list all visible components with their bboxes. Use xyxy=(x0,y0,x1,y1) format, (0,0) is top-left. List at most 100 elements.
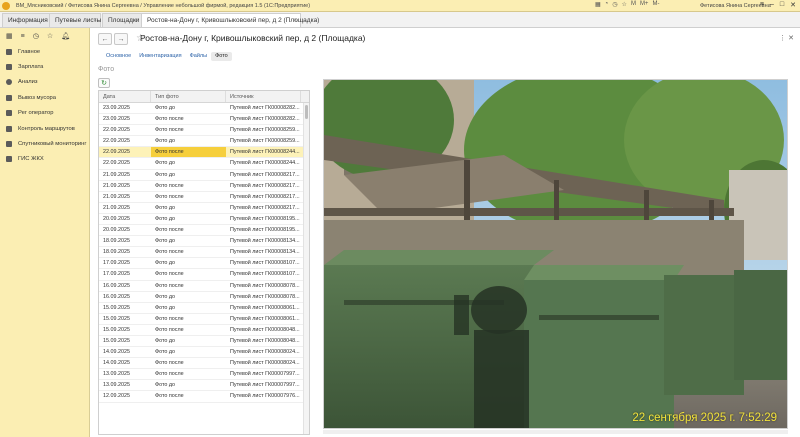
tab-sites[interactable]: Площадки × xyxy=(102,13,142,27)
photo-scrollbar[interactable] xyxy=(323,430,788,434)
sidebar-tools: ▦ ≡ ◷ ☆ 🔔︎ xyxy=(0,28,89,44)
sidebar-item-analysis[interactable]: Анализ xyxy=(0,75,89,90)
m-minus-icon[interactable]: M- xyxy=(652,1,659,8)
sidebar-item-label: Анализ xyxy=(18,79,38,86)
table-row[interactable]: 21.09.2025 Фото после Путевой лист ГК00008… xyxy=(99,181,309,192)
cell-date: 14.09.2025 xyxy=(103,349,130,356)
star-icon[interactable]: ☆ xyxy=(622,1,627,8)
history-icon[interactable]: ◷ xyxy=(33,32,39,40)
cell-type: Фото после xyxy=(155,271,184,278)
refresh-button[interactable]: ↻ xyxy=(98,78,110,88)
cell-source: Путевой лист ГК00008217... xyxy=(230,204,300,211)
subtab-files[interactable]: Файлы xyxy=(186,52,211,61)
grid-icon[interactable]: ▦ xyxy=(595,1,601,8)
cell-type: Фото после xyxy=(155,227,184,234)
cell-source: Путевой лист ГК00008282... xyxy=(230,116,300,123)
cell-date: 23.09.2025 xyxy=(103,116,130,123)
cell-date: 16.09.2025 xyxy=(103,293,130,300)
table-row[interactable]: 16.09.2025 Фото после Путевой лист ГК00008… xyxy=(99,281,309,292)
close-icon[interactable]: ✕ xyxy=(790,1,796,9)
cell-source: Путевой лист ГК00008259... xyxy=(230,138,300,145)
cell-type: Фото после xyxy=(155,182,184,189)
cell-source: Путевой лист ГК00008024... xyxy=(230,360,300,367)
subtab-inventory[interactable]: Инвентаризация xyxy=(135,52,185,61)
table-row[interactable]: 21.09.2025 Фото до Путевой лист ГК00008217… xyxy=(99,170,309,181)
table-row[interactable]: 22.09.2025 Фото после Путевой лист ГК00008… xyxy=(99,147,309,159)
close-tab-icon[interactable]: × xyxy=(293,14,297,28)
sidebar-item-label: Рег оператор xyxy=(18,110,54,117)
close-tab-icon[interactable]: × xyxy=(134,14,138,28)
table-row[interactable]: 13.09.2025 Фото до Путевой лист ГК00007997… xyxy=(99,380,309,392)
sidebar-item-salary[interactable]: Зарплата xyxy=(0,59,89,74)
menu-icon[interactable]: ≡ xyxy=(760,1,764,9)
minimize-icon[interactable]: – xyxy=(770,1,774,9)
table-scrollbar[interactable] xyxy=(303,103,309,434)
site-photo[interactable]: 22 сентября 2025 г. 7:52:29 xyxy=(323,79,788,429)
table-row[interactable]: 16.09.2025 Фото до Путевой лист ГК00008078… xyxy=(99,292,309,303)
cell-type: Фото до xyxy=(155,293,176,300)
table-row[interactable]: 15.09.2025 Фото после Путевой лист ГК00008… xyxy=(99,314,309,325)
sidebar-item-waste-removal[interactable]: Вывоз мусора xyxy=(0,90,89,105)
tab-waybills[interactable]: Путевые листы × xyxy=(49,13,101,27)
table-row[interactable]: 20.09.2025 Фото после Путевой лист ГК00008… xyxy=(99,225,309,237)
table-row[interactable]: 22.09.2025 Фото до Путевой лист ГК00008259… xyxy=(99,136,309,148)
star-icon[interactable]: ☆ xyxy=(47,32,53,40)
history-icon[interactable]: ◷ xyxy=(612,1,617,8)
table-row[interactable]: 18.09.2025 Фото до Путевой лист ГК00008134… xyxy=(99,236,309,248)
bell-icon[interactable]: ◔ xyxy=(605,1,609,8)
cell-date: 15.09.2025 xyxy=(103,337,130,344)
sidebar: ▦ ≡ ◷ ☆ 🔔︎ Главное Зарплата Анализ Вывоз… xyxy=(0,28,90,437)
cell-date: 15.09.2025 xyxy=(103,304,130,311)
cell-type: Фото до xyxy=(155,382,176,389)
table-row[interactable]: 21.09.2025 Фото до Путевой лист ГК00008217… xyxy=(99,203,309,214)
menu-lines-icon[interactable]: ≡ xyxy=(21,33,25,40)
subtab-photo[interactable]: Фото xyxy=(211,52,232,61)
tab-current-site[interactable]: Ростов-на-Дону г, Кривошлыковский пер, д… xyxy=(141,13,319,28)
m-icon[interactable]: M xyxy=(631,1,636,8)
table-row[interactable]: 15.09.2025 Фото после Путевой лист ГК00008… xyxy=(99,325,309,336)
table-row[interactable]: 15.09.2025 Фото до Путевой лист ГК00008061… xyxy=(99,303,309,314)
subtab-main[interactable]: Основное xyxy=(102,52,135,61)
bell-icon[interactable]: 🔔︎ xyxy=(61,32,70,40)
route-icon xyxy=(6,125,12,132)
table-row[interactable]: 14.09.2025 Фото после Путевой лист ГК00008… xyxy=(99,358,309,370)
column-header-date[interactable]: Дата xyxy=(99,91,151,102)
table-row[interactable]: 23.09.2025 Фото до Путевой лист ГК00008282… xyxy=(99,103,309,115)
table-row[interactable]: 23.09.2025 Фото после Путевой лист ГК00008… xyxy=(99,114,309,126)
maximize-icon[interactable]: □ xyxy=(780,1,784,9)
table-row[interactable]: 18.09.2025 Фото после Путевой лист ГК00008… xyxy=(99,247,309,259)
sidebar-item-route-control[interactable]: Контроль маршрутов xyxy=(0,121,89,136)
cell-date: 23.09.2025 xyxy=(103,105,130,111)
column-header-type[interactable]: Тип фото xyxy=(151,91,226,102)
more-menu-icon[interactable]: ⋮ ✕ xyxy=(779,34,794,42)
table-row[interactable]: 22.09.2025 Фото после Путевой лист ГК00008… xyxy=(99,125,309,137)
cell-source: Путевой лист ГК00008107... xyxy=(230,271,300,278)
cell-source: Путевой лист ГК00007997... xyxy=(230,382,300,389)
apps-grid-icon[interactable]: ▦ xyxy=(6,32,13,40)
table-row[interactable]: 15.09.2025 Фото до Путевой лист ГК00008048… xyxy=(99,336,309,348)
table-row[interactable]: 12.09.2025 Фото после Путевой лист ГК00007… xyxy=(99,391,309,403)
m-plus-icon[interactable]: M+ xyxy=(640,1,649,8)
scrollbar-thumb[interactable] xyxy=(305,105,308,119)
forward-button[interactable]: → xyxy=(114,33,128,45)
table-row[interactable]: 21.09.2025 Фото после Путевой лист ГК00008… xyxy=(99,192,309,203)
close-tab-icon[interactable]: × xyxy=(93,14,97,28)
sidebar-item-reg-operator[interactable]: Рег оператор xyxy=(0,106,89,121)
table-row[interactable]: 17.09.2025 Фото после Путевой лист ГК00008… xyxy=(99,269,309,281)
table-row[interactable]: 17.09.2025 Фото до Путевой лист ГК00008107… xyxy=(99,258,309,270)
sidebar-item-gis[interactable]: ГИС ЖКХ xyxy=(0,152,89,167)
cell-source: Путевой лист ГК00008078... xyxy=(230,282,300,289)
cell-source: Путевой лист ГК00008107... xyxy=(230,260,300,267)
table-row[interactable]: 22.09.2025 Фото до Путевой лист ГК00008244… xyxy=(99,158,309,170)
app-logo-icon xyxy=(0,0,12,12)
table-row[interactable]: 20.09.2025 Фото до Путевой лист ГК00008195… xyxy=(99,214,309,226)
sidebar-item-satellite[interactable]: Спутниковый мониторинг xyxy=(0,136,89,151)
table-row[interactable]: 14.09.2025 Фото до Путевой лист ГК00008024… xyxy=(99,347,309,359)
column-header-source[interactable]: Источник xyxy=(226,91,301,102)
sidebar-item-main[interactable]: Главное xyxy=(0,44,89,59)
cell-source: Путевой лист ГК00008217... xyxy=(230,193,300,200)
photo-table: Дата Тип фото Источник 23.09.2025 Фото до… xyxy=(98,90,310,435)
back-button[interactable]: ← xyxy=(98,33,112,45)
cell-date: 22.09.2025 xyxy=(103,127,130,134)
table-row[interactable]: 13.09.2025 Фото после Путевой лист ГК00007… xyxy=(99,369,309,381)
